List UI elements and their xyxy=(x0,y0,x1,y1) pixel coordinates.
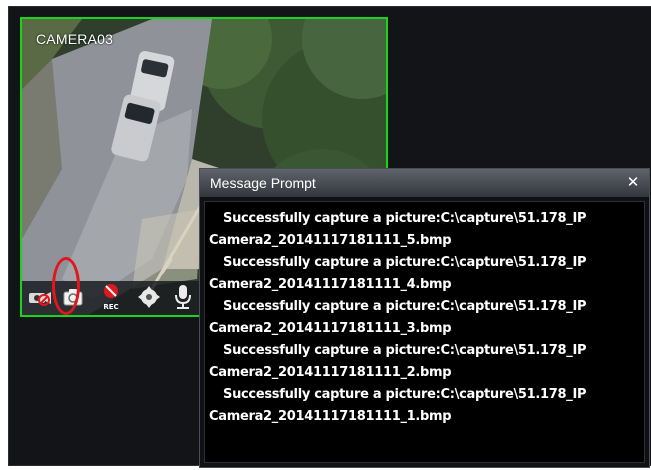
message-list: Successfully capture a picture:C:\captur… xyxy=(204,201,645,463)
message-prompt-dialog: Message Prompt ✕ Successfully capture a … xyxy=(199,168,650,468)
message-line: Successfully capture a picture:C:\captur… xyxy=(223,211,587,226)
message-filename: Camera2_20141117181111_4.bmp xyxy=(209,277,452,292)
message-line: Successfully capture a picture:C:\captur… xyxy=(223,343,587,358)
message-line: Successfully capture a picture:C:\captur… xyxy=(223,255,587,270)
record-icon xyxy=(104,284,118,298)
message-item: Successfully capture a picture:C:\captur… xyxy=(209,384,640,428)
message-line: Successfully capture a picture:C:\captur… xyxy=(223,387,587,402)
close-icon[interactable]: ✕ xyxy=(625,174,641,191)
message-item: Successfully capture a picture:C:\captur… xyxy=(209,252,640,296)
message-filename: Camera2_20141117181111_3.bmp xyxy=(209,321,452,336)
message-filename: Camera2_20141117181111_5.bmp xyxy=(209,233,452,248)
camera-off-icon xyxy=(29,292,51,306)
record-button[interactable]: REC xyxy=(98,283,124,311)
message-filename: Camera2_20141117181111_1.bmp xyxy=(209,409,452,424)
ptz-control-button[interactable] xyxy=(136,283,162,311)
message-filename: Camera2_20141117181111_2.bmp xyxy=(209,365,452,380)
camera-label: CAMERA03 xyxy=(36,31,114,47)
rec-label: REC xyxy=(103,303,119,311)
talk-button[interactable] xyxy=(170,283,196,311)
microphone-icon xyxy=(175,285,191,309)
ptz-icon xyxy=(138,286,160,308)
message-item: Successfully capture a picture:C:\captur… xyxy=(209,296,640,340)
close-video-button[interactable] xyxy=(27,283,53,311)
message-line: Successfully capture a picture:C:\captur… xyxy=(223,299,587,314)
message-item: Successfully capture a picture:C:\captur… xyxy=(209,208,640,252)
dialog-title-bar[interactable]: Message Prompt ✕ xyxy=(200,169,649,197)
highlight-annotation xyxy=(52,257,80,315)
dialog-title: Message Prompt xyxy=(210,175,316,191)
app-frame: CAMERA03 REC Message Prompt ✕ Successful… xyxy=(0,0,651,470)
message-item: Successfully capture a picture:C:\captur… xyxy=(209,340,640,384)
